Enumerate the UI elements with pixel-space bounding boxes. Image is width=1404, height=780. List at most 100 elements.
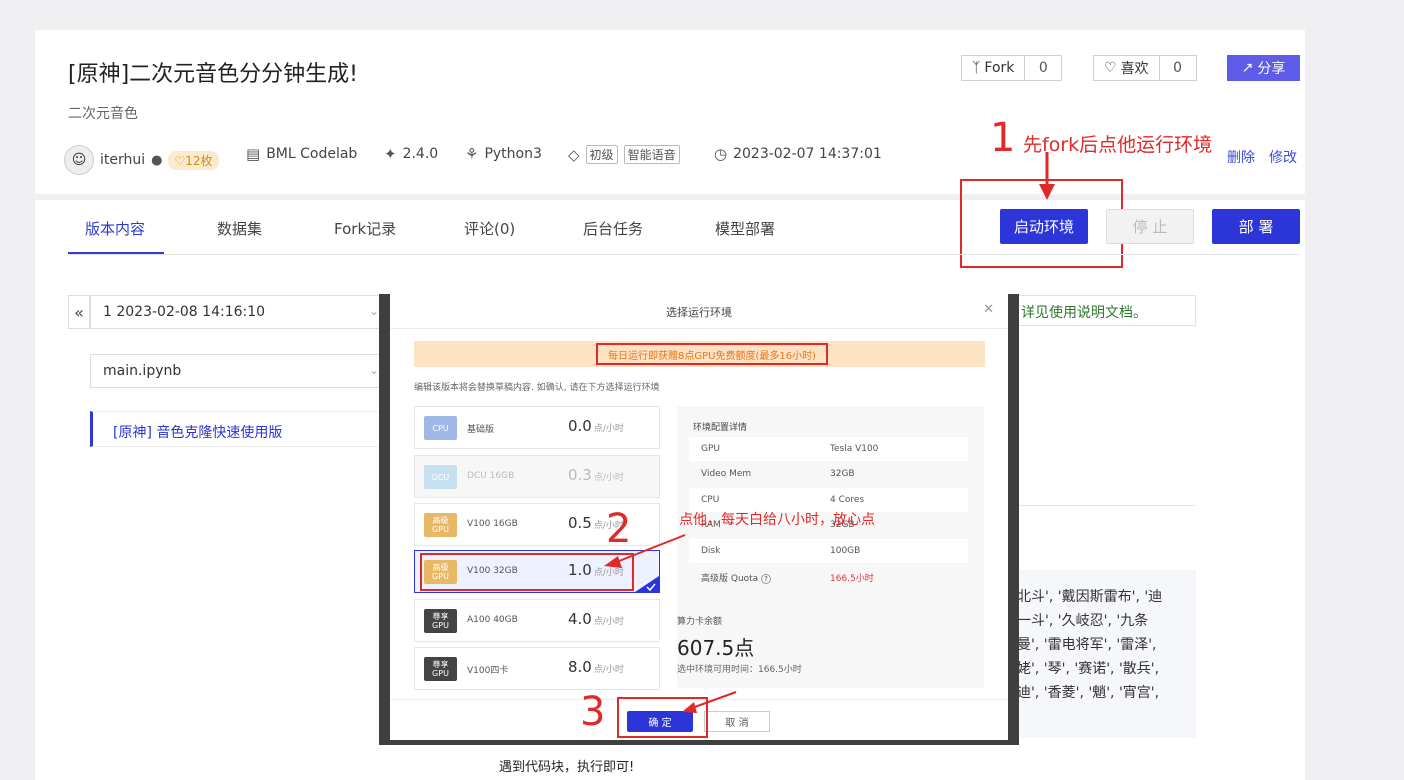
output-line-4: 姥', '琴', '赛诺', '散兵', — [1017, 661, 1160, 677]
author-info[interactable]: ☺ iterhui ● ♡12枚 — [64, 145, 219, 175]
config-row-disk: Disk 100GB — [689, 539, 968, 563]
dcu-icon: DCU — [424, 465, 457, 489]
fork-button[interactable]: ᛉ Fork 0 — [961, 55, 1063, 81]
env-option-cpu[interactable]: CPU 基础版 0.0 点/小时 — [414, 406, 660, 449]
version-select[interactable]: 1 2023-02-08 14:16:10 ⌄ — [90, 295, 390, 329]
language-info: ⚘ Python3 — [465, 145, 542, 163]
dialog-divider — [390, 328, 1008, 329]
close-icon[interactable]: ✕ — [983, 302, 994, 317]
tags-info: ◇ 初级 智能语音 — [568, 145, 680, 164]
project-title: [原神]二次元音色分分钟生成! — [68, 62, 358, 87]
config-value: 4 Cores — [830, 495, 865, 505]
step1-number: 1 — [990, 115, 1016, 161]
config-key: 高级版 Quota ? — [701, 571, 771, 584]
config-row-gpu: GPU Tesla V100 — [689, 437, 968, 461]
tab-background-tasks[interactable]: 后台任务 — [583, 218, 643, 239]
checkmark-icon — [635, 576, 659, 592]
stop-button[interactable]: 停 止 — [1106, 209, 1194, 244]
doc-note-text: 详见使用说明文档。 — [1021, 305, 1147, 321]
config-value: 166.5小时 — [830, 574, 874, 584]
config-key: Disk — [701, 546, 721, 556]
file-select[interactable]: main.ipynb ⌄ — [90, 354, 390, 388]
gpu-icon: 尊享 GPU — [424, 609, 457, 633]
env-option-a100-40gb[interactable]: 尊享 GPU A100 40GB 4.0 点/小时 — [414, 599, 660, 642]
delete-link[interactable]: 删除 — [1227, 147, 1255, 167]
tab-datasets[interactable]: 数据集 — [217, 218, 262, 239]
balance-value: 607.5点 — [677, 636, 755, 660]
share-label: 分享 — [1257, 61, 1286, 77]
clock-icon: ◷ — [714, 145, 728, 163]
double-chevron-left-icon: « — [74, 302, 84, 322]
deploy-button[interactable]: 部 署 — [1212, 209, 1300, 244]
like-button[interactable]: ♡ 喜欢 0 — [1093, 55, 1197, 81]
output-line-2: 一斗', '久岐忍', '九条 — [1017, 613, 1149, 629]
cpu-icon: CPU — [424, 416, 457, 440]
config-key: Video Mem — [701, 469, 752, 479]
help-icon[interactable]: ? — [761, 574, 771, 584]
env-name: A100 40GB — [467, 615, 518, 625]
config-title: 环境配置详情 — [693, 423, 748, 433]
python-icon: ⚘ — [465, 145, 479, 163]
tab-model-deploy[interactable]: 模型部署 — [715, 218, 775, 239]
gpu-icon: 高级 GPU — [424, 513, 457, 537]
divider — [1012, 505, 1196, 506]
crown-icon: ● — [151, 152, 163, 168]
tag-icon: ◇ — [568, 145, 580, 164]
env-config-panel: 环境配置详情 GPU Tesla V100 Video Mem 32GB CPU 4 … — [677, 406, 984, 688]
config-value: Tesla V100 — [830, 444, 879, 454]
version-select-value: 1 2023-02-08 14:16:10 — [103, 304, 266, 320]
gpu-icon: 尊享 GPU — [424, 657, 457, 681]
env-name: 基础版 — [467, 425, 495, 435]
heart-icon: ♡ — [1104, 60, 1117, 76]
project-subtitle: 二次元音色 — [68, 106, 138, 122]
balance-label: 算力卡余额 — [677, 617, 723, 627]
chevron-down-icon: ⌄ — [368, 304, 379, 318]
fork-icon: ᛉ — [972, 60, 981, 76]
env-name: V100 16GB — [467, 519, 518, 529]
env-price: 0.0 点/小时 — [568, 417, 624, 435]
env-name: DCU 16GB — [467, 471, 515, 481]
fork-label: Fork — [984, 60, 1015, 76]
env-price: 0.3 点/小时 — [568, 466, 624, 484]
tab-comments[interactable]: 评论(0) — [464, 218, 515, 239]
step2-arrow — [604, 534, 686, 568]
step3-number: 3 — [580, 689, 606, 735]
env-name: V100四卡 — [467, 666, 509, 676]
config-value: 100GB — [830, 546, 861, 556]
dialog-note: 编辑该版本将会替换草稿内容. 如确认, 请在下方选择运行环境 — [414, 383, 660, 393]
env-price: 4.0 点/小时 — [568, 610, 624, 628]
tag-level: 初级 — [585, 145, 618, 164]
env-option-dcu[interactable]: DCU DCU 16GB 0.3 点/小时 — [414, 455, 660, 498]
toc-item[interactable]: [原神] 音色克隆快速使用版 — [90, 411, 380, 447]
toc-item-label: [原神] 音色克隆快速使用版 — [113, 425, 283, 441]
time-info: ◷ 2023-02-07 14:37:01 — [714, 145, 882, 163]
edit-link[interactable]: 修改 — [1269, 147, 1297, 167]
dialog-title: 选择运行环境 — [666, 306, 732, 319]
tab-version-content[interactable]: 版本内容 — [85, 218, 145, 239]
fork-count: 0 — [1038, 60, 1048, 76]
config-key: GPU — [701, 444, 720, 454]
tab-fork-records[interactable]: Fork记录 — [334, 218, 396, 239]
file-select-value: main.ipynb — [103, 363, 182, 379]
version-info: ✦ 2.4.0 — [384, 145, 438, 163]
share-icon: ↗ — [1241, 60, 1254, 76]
doc-note-banner: 详见使用说明文档。 — [1012, 295, 1196, 326]
author-name[interactable]: iterhui — [100, 152, 145, 168]
quota-label: 高级版 Quota — [701, 574, 759, 584]
paddle-icon: ✦ — [384, 145, 397, 163]
share-button[interactable]: ↗ 分享 — [1227, 55, 1300, 81]
step2-text: 点他，每天白给八小时，放心点 — [679, 512, 875, 528]
document-icon: ▤ — [246, 145, 261, 163]
config-key: CPU — [701, 495, 720, 505]
start-environment-button[interactable]: 启动环境 — [1000, 209, 1088, 244]
config-row-quota: 高级版 Quota ? 166.5小时 — [689, 564, 968, 588]
output-line-1: 北斗', '戴因斯雷布', '迪 — [1017, 589, 1163, 605]
collapse-button[interactable]: « — [68, 295, 90, 329]
like-count: 0 — [1173, 60, 1183, 76]
available-time: 选中环境可用时间：166.5小时 — [677, 665, 802, 675]
config-row-mem: Video Mem 32GB — [689, 462, 968, 486]
env-option-v100-4card[interactable]: 尊享 GPU V100四卡 8.0 点/小时 — [414, 647, 660, 690]
output-line-5: 迪', '香菱', '魈', '宵宫', — [1017, 685, 1160, 701]
avatar[interactable]: ☺ — [64, 145, 94, 175]
version-label: 2.4.0 — [402, 146, 439, 162]
